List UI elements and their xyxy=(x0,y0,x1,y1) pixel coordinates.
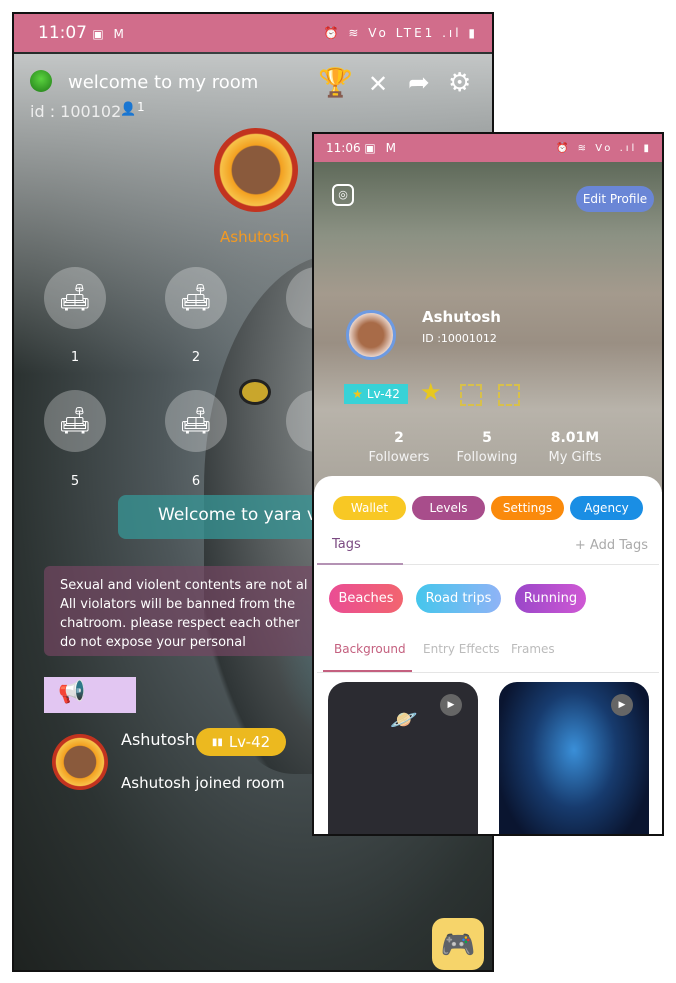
tag-running[interactable]: Running xyxy=(515,584,586,613)
following-stat[interactable]: 5 Following xyxy=(442,430,532,465)
megaphone-icon: 📢 xyxy=(58,680,86,705)
wallet-button[interactable]: Wallet xyxy=(333,496,406,520)
tag-road-trips[interactable]: Road trips xyxy=(416,584,501,613)
tab-background[interactable]: Background xyxy=(334,642,406,656)
trophy-icon[interactable]: 🏆 xyxy=(318,66,353,99)
signal-icon: ▮▮ xyxy=(211,736,223,748)
profile-screen: 11:06 ▣ M ⏰ ≋ Vo .ıl ▮ ◎ Edit Profile As… xyxy=(312,132,664,836)
gear-icon[interactable]: ⚙ xyxy=(448,68,471,98)
status-bar: 11:07 ▣ M ⏰ ≋ Vo LTE1 .ıl ▮ xyxy=(14,14,492,52)
game-button[interactable]: 🎮 xyxy=(432,918,484,970)
star-icon: ★ xyxy=(420,378,442,406)
armchair-icon: 🛋 xyxy=(58,406,92,436)
background-card-road[interactable]: ▶ xyxy=(499,682,649,834)
tab-tags[interactable]: Tags xyxy=(332,537,361,552)
background-card-space[interactable]: ▶ 🪐 xyxy=(328,682,478,834)
share-icon[interactable]: ➦ xyxy=(408,68,430,98)
seat-5[interactable]: 🛋 xyxy=(44,390,106,452)
message-avatar[interactable] xyxy=(52,734,108,790)
add-tags-button[interactable]: + Add Tags xyxy=(575,538,648,553)
armchair-icon: 🛋 xyxy=(179,406,213,436)
user-icon: 👤 xyxy=(120,102,137,117)
seat-1[interactable]: 🛋 xyxy=(44,267,106,329)
profile-avatar[interactable] xyxy=(346,310,396,360)
seat-2[interactable]: 🛋 xyxy=(165,267,227,329)
play-icon[interactable]: ▶ xyxy=(440,694,462,716)
empty-badge-slot xyxy=(460,384,482,406)
seat-6[interactable]: 🛋 xyxy=(165,390,227,452)
message-text: Ashutosh joined room xyxy=(121,774,285,792)
armchair-icon: 🛋 xyxy=(179,283,213,313)
planet-icon: 🪐 xyxy=(390,708,418,733)
gamepad-icon: 🎮 xyxy=(440,927,476,961)
profile-id: ID :10001012 xyxy=(422,332,497,345)
host-name: Ashutosh xyxy=(220,228,290,246)
gifts-stat[interactable]: 8.01M My Gifts xyxy=(530,430,620,465)
room-avatar[interactable] xyxy=(30,70,52,92)
tab-entry-effects[interactable]: Entry Effects xyxy=(423,642,500,656)
level-badge: ▮▮ Lv-42 xyxy=(196,728,286,756)
levels-button[interactable]: Levels xyxy=(412,496,485,520)
announcement-button[interactable]: 📢 xyxy=(44,677,136,713)
play-icon[interactable]: ▶ xyxy=(611,694,633,716)
settings-button[interactable]: Settings xyxy=(491,496,564,520)
status-bar: 11:06 ▣ M ⏰ ≋ Vo .ıl ▮ xyxy=(314,134,662,162)
host-avatar[interactable] xyxy=(214,128,298,212)
room-id: id : 100102 xyxy=(30,102,122,121)
profile-name: Ashutosh xyxy=(422,308,501,326)
star-icon: ★ xyxy=(352,387,363,401)
level-badge: ★ Lv-42 xyxy=(344,384,408,404)
followers-stat[interactable]: 2 Followers xyxy=(354,430,444,465)
agency-button[interactable]: Agency xyxy=(570,496,643,520)
message-user: Ashutosh xyxy=(121,730,196,749)
online-count: 1 xyxy=(137,100,145,114)
camera-icon[interactable]: ◎ xyxy=(332,184,354,206)
tab-frames[interactable]: Frames xyxy=(511,642,555,656)
tag-beaches[interactable]: Beaches xyxy=(329,584,403,613)
notice-box: Sexual and violent contents are not al A… xyxy=(44,566,344,656)
close-icon[interactable]: ✕ xyxy=(368,70,388,98)
empty-badge-slot xyxy=(498,384,520,406)
room-title: welcome to my room xyxy=(68,72,259,93)
armchair-icon: 🛋 xyxy=(58,283,92,313)
edit-profile-button[interactable]: Edit Profile xyxy=(576,186,654,212)
